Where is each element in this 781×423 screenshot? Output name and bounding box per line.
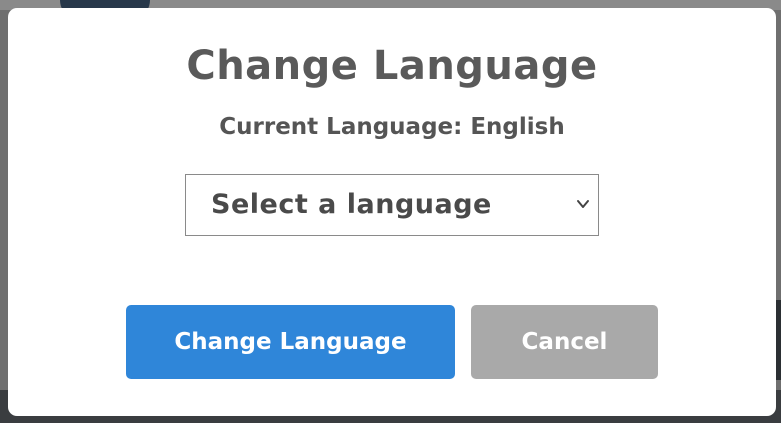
current-language-label: Current Language: English [219,114,565,140]
cancel-button[interactable]: Cancel [471,305,658,379]
change-language-button[interactable]: Change Language [126,305,455,379]
language-select[interactable]: Select a language [185,174,599,236]
change-language-dialog: Change Language Current Language: Englis… [8,8,776,416]
dialog-title: Change Language [186,43,598,89]
chevron-down-icon [577,200,589,208]
language-select-value: Select a language [211,189,492,220]
